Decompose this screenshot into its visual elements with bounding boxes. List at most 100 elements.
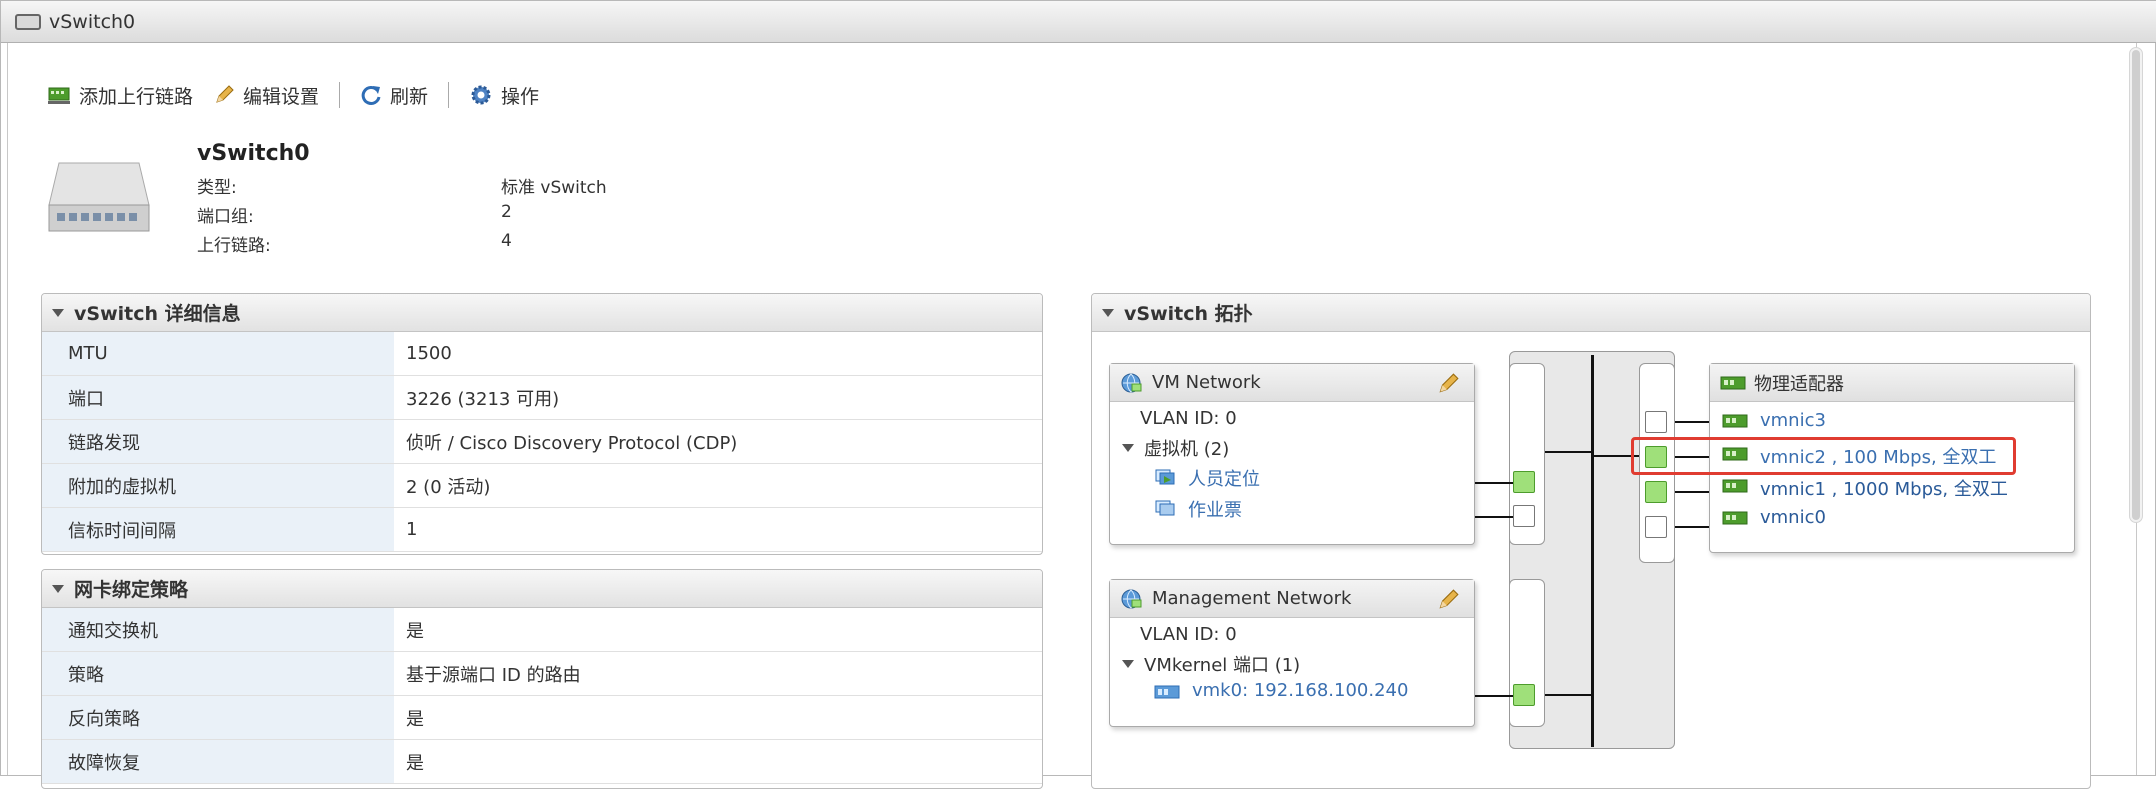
vertical-scrollbar[interactable] [2129, 47, 2143, 523]
physical-adapters-title: 物理适配器 [1754, 373, 1844, 395]
summary-uplinks-label: 上行链路: [197, 236, 271, 256]
vswitch-topology-title: vSwitch 拓扑 [1124, 303, 1253, 325]
summary-type-label: 类型: [197, 178, 237, 198]
management-network-portgroup: Management Network VLAN ID: 0 VMkernel 端… [1109, 579, 1475, 727]
port-inactive-icon [1513, 505, 1535, 527]
nic-teaming-title: 网卡绑定策略 [74, 579, 189, 601]
collapse-icon [52, 308, 64, 317]
adapter-link-vmnic3[interactable]: vmnic3 [1760, 410, 1826, 431]
add-uplink-label: 添加上行链路 [79, 85, 194, 108]
nic-teaming-header[interactable]: 网卡绑定策略 [42, 570, 1042, 608]
actions-button[interactable]: 操作 [469, 82, 539, 109]
nic-icon [1722, 479, 1748, 493]
toolbar: 添加上行链路 编辑设置 刷新 操作 [47, 79, 559, 111]
add-uplink-button[interactable]: 添加上行链路 [47, 82, 193, 109]
uplink-connector [1675, 421, 1709, 423]
vm-network-portgroup: VM Network VLAN ID: 0 虚拟机 (2) 人员定位 作业票 [1109, 363, 1475, 545]
port-active-icon [1513, 471, 1535, 493]
row-value: 3226 (3213 可用) [406, 388, 560, 410]
uplink-port-inactive-icon [1645, 411, 1667, 433]
uplink-connector [1675, 526, 1709, 528]
row-value: 是 [406, 620, 424, 642]
switch-icon [15, 14, 41, 30]
row-value: 1500 [406, 343, 452, 364]
collapse-icon [1102, 308, 1114, 317]
network-globe-icon [1121, 589, 1142, 608]
edit-pencil-icon[interactable] [1436, 588, 1460, 612]
vswitch-name: vSwitch0 [197, 141, 310, 166]
nic-icon [1720, 376, 1746, 389]
row-key: 附加的虚拟机 [42, 464, 394, 507]
edit-settings-button[interactable]: 编辑设置 [213, 82, 319, 109]
vm-network-vlan: VLAN ID: 0 [1140, 408, 1237, 429]
port-active-icon [1513, 684, 1535, 706]
row-key: 端口 [42, 376, 394, 419]
toolbar-separator [339, 82, 341, 108]
gear-icon [471, 85, 491, 105]
row-key: 信标时间间隔 [42, 508, 394, 551]
vm-network-link-line [1545, 451, 1591, 453]
vm-port-connector [1475, 482, 1513, 484]
expand-icon [1122, 660, 1134, 668]
nic-icon [1722, 511, 1748, 525]
nic-icon [1722, 414, 1748, 428]
table-row: 反向策略是 [42, 696, 1042, 740]
vm-port-connector [1475, 516, 1513, 518]
toolbar-separator [448, 82, 450, 108]
adapter-link-vmnic0[interactable]: vmnic0 [1760, 507, 1826, 528]
management-network-name: Management Network [1152, 588, 1352, 609]
scrollbar-thumb[interactable] [2132, 50, 2140, 520]
add-uplink-icon [48, 87, 70, 104]
physical-adapters-header: 物理适配器 [1710, 364, 2074, 402]
refresh-button[interactable]: 刷新 [360, 82, 428, 109]
adapter-link-vmnic1[interactable]: vmnic1 , 1000 Mbps, 全双工 [1760, 475, 2008, 501]
highlight-box [1631, 437, 2016, 475]
vmkernel-group-label: VMkernel 端口 (1) [1144, 655, 1301, 676]
row-value: 基于源端口 ID 的路由 [406, 664, 581, 686]
vswitch-topology-header[interactable]: vSwitch 拓扑 [1092, 294, 2090, 332]
vswitch-window: vSwitch0 添加上行链路 编辑设置 刷新 操作 vSwitch0 类型: … [0, 0, 2156, 789]
management-port-connector [1475, 695, 1513, 697]
vswitch-details-header[interactable]: vSwitch 详细信息 [42, 294, 1042, 332]
table-row: 通知交换机是 [42, 608, 1042, 652]
uplink-port-inactive-icon [1645, 516, 1667, 538]
row-value: 侦听 / Cisco Discovery Protocol (CDP) [406, 432, 738, 454]
refresh-icon [361, 85, 381, 105]
uplink-connector [1675, 491, 1709, 493]
actions-label: 操作 [501, 85, 540, 108]
row-key: 链路发现 [42, 420, 394, 463]
vm-network-header: VM Network [1110, 364, 1474, 402]
vm-group-label: 虚拟机 (2) [1144, 439, 1230, 460]
network-globe-icon [1121, 373, 1142, 392]
row-key: 策略 [42, 652, 394, 695]
table-row: 信标时间间隔 1 [42, 508, 1042, 552]
vswitch-image [48, 162, 150, 232]
row-key: 故障恢复 [42, 740, 394, 783]
vmkernel-group-toggle[interactable]: VMkernel 端口 (1) [1122, 651, 1300, 677]
summary-portgroups-label: 端口组: [197, 207, 254, 227]
management-network-header: Management Network [1110, 580, 1474, 618]
vmkernel-item-link[interactable]: vmk0: 192.168.100.240 [1192, 680, 1408, 701]
window-title: vSwitch0 [49, 11, 136, 33]
summary-portgroups-value: 2 [501, 202, 512, 222]
vm-icon [1155, 469, 1175, 485]
row-value: 1 [406, 519, 418, 540]
uplink-port-active-icon [1645, 481, 1667, 503]
vm-icon [1155, 500, 1175, 516]
row-key: MTU [42, 332, 394, 375]
table-row: 策略 基于源端口 ID 的路由 [42, 652, 1042, 696]
vm-group-toggle[interactable]: 虚拟机 (2) [1122, 435, 1229, 461]
pencil-icon [216, 85, 234, 103]
summary-uplinks-value: 4 [501, 231, 512, 251]
vm-item-link[interactable]: 人员定位 [1188, 465, 1260, 491]
vmkernel-nic-icon [1154, 685, 1180, 699]
row-value: 是 [406, 752, 424, 774]
edit-pencil-icon[interactable] [1436, 372, 1460, 396]
row-key: 通知交换机 [42, 608, 394, 651]
row-value: 是 [406, 708, 424, 730]
expand-icon [1122, 444, 1134, 452]
switch-backbone-line [1591, 355, 1594, 747]
vm-network-name: VM Network [1152, 372, 1261, 393]
vm-item-link[interactable]: 作业票 [1188, 496, 1242, 522]
management-network-vlan: VLAN ID: 0 [1140, 624, 1237, 645]
